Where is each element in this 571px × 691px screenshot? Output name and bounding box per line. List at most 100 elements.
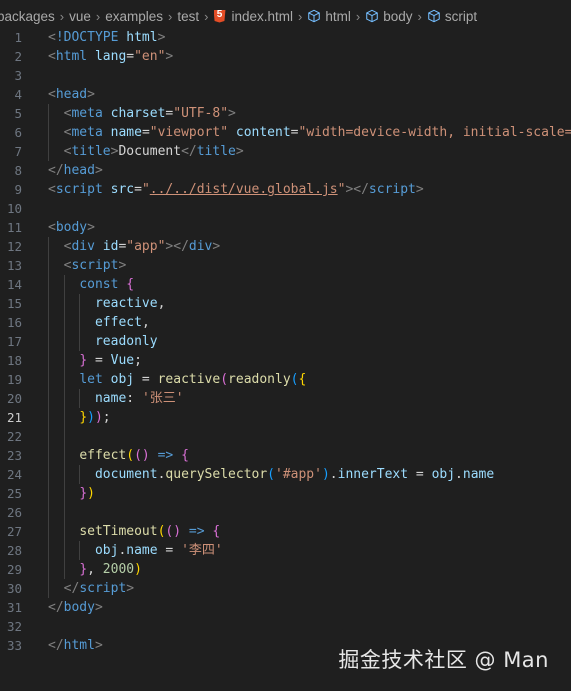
code-text: <meta charset="UTF-8">	[48, 104, 236, 123]
code-line[interactable]: 10	[0, 199, 571, 218]
code-token: src	[110, 182, 135, 197]
line-number: 32	[6, 619, 22, 634]
code-token: reactive	[94, 296, 158, 311]
code-line[interactable]: 27 setTimeout(() => {	[0, 522, 571, 541]
code-token: =	[141, 125, 150, 140]
code-line[interactable]: 29 }, 2000)	[0, 560, 571, 579]
line-number: 24	[6, 467, 22, 482]
code-token: '李四'	[181, 543, 223, 558]
line-number: 33	[6, 638, 22, 653]
code-token: )	[134, 562, 142, 577]
breadcrumb-item-examples[interactable]: examples	[105, 9, 163, 24]
code-line[interactable]: 18 } = Vue;	[0, 351, 571, 370]
code-line[interactable]: 4 <head>	[0, 85, 571, 104]
code-token: div	[188, 239, 213, 254]
code-line[interactable]: 21 }));	[0, 408, 571, 427]
code-token: }	[79, 562, 88, 577]
code-text: }, 2000)	[48, 560, 142, 579]
code-text: effect(() => {	[48, 446, 189, 465]
code-line[interactable]: 32	[0, 617, 571, 636]
code-token: readonly	[94, 334, 158, 349]
code-line[interactable]: 7 <title>Document</title>	[0, 142, 571, 161]
breadcrumb-item-vue[interactable]: vue	[69, 9, 91, 24]
breadcrumb-item-file[interactable]: index.html	[213, 9, 293, 24]
chevron-right-icon: ›	[168, 8, 173, 24]
code-token: (	[220, 372, 229, 387]
code-line[interactable]: 8 </head>	[0, 161, 571, 180]
code-token: script	[79, 581, 127, 596]
code-text: </head>	[48, 161, 103, 180]
code-line[interactable]: 22	[0, 427, 571, 446]
code-text: name: '张三'	[48, 389, 184, 408]
code-line[interactable]: 3	[0, 66, 571, 85]
code-token: {	[126, 277, 135, 292]
code-token: content	[235, 125, 291, 140]
code-token: >	[235, 144, 244, 159]
code-token: >	[415, 182, 424, 197]
breadcrumb-item-body[interactable]: body	[365, 9, 413, 24]
code-line[interactable]: 12 <div id="app"></div>	[0, 237, 571, 256]
code-line[interactable]: 9 <script src="../../dist/vue.global.js">…	[0, 180, 571, 199]
code-line[interactable]: 31 </body>	[0, 598, 571, 617]
code-line[interactable]: 19 let obj = reactive(readonly({	[0, 370, 571, 389]
code-line[interactable]: 6 <meta name="viewport" content="width=d…	[0, 123, 571, 142]
code-line[interactable]: 23 effect(() => {	[0, 446, 571, 465]
code-token: )	[87, 410, 95, 425]
line-number: 14	[6, 277, 22, 292]
code-line[interactable]: 1 <!DOCTYPE html>	[0, 28, 571, 47]
breadcrumb-item-script[interactable]: script	[427, 9, 477, 24]
code-line[interactable]: 15 reactive,	[0, 294, 571, 313]
code-token: head	[55, 87, 88, 102]
code-line[interactable]: 11 <body>	[0, 218, 571, 237]
code-token: Document	[118, 144, 182, 159]
code-line[interactable]: 17 readonly	[0, 332, 571, 351]
code-line[interactable]: 30 </script>	[0, 579, 571, 598]
code-token: .	[329, 467, 338, 482]
code-editor[interactable]: 1 <!DOCTYPE html> 2 <html lang="en"> 3 4 <head…	[0, 28, 571, 655]
breadcrumb-item-html[interactable]: html	[307, 9, 351, 24]
code-text: <body>	[48, 218, 95, 237]
code-token: >	[118, 258, 127, 273]
line-number: 6	[14, 125, 22, 140]
code-token: html	[126, 30, 158, 45]
indent-guide	[48, 503, 49, 522]
code-token: >	[94, 163, 103, 178]
code-token: '#app'	[275, 467, 322, 482]
breadcrumb-item-packages[interactable]: packages	[0, 9, 55, 24]
code-line[interactable]: 20 name: '张三'	[0, 389, 571, 408]
code-token: )	[321, 467, 330, 482]
code-token: ></	[165, 239, 189, 254]
indent-guide	[63, 503, 65, 522]
code-text: readonly	[48, 332, 158, 351]
code-token: >	[228, 106, 236, 121]
code-line[interactable]: 28 obj.name = '李四'	[0, 541, 571, 560]
code-text: <head>	[48, 85, 95, 104]
code-line[interactable]: 14 const {	[0, 275, 571, 294]
code-token[interactable]: ../../dist/vue.global.js	[150, 182, 338, 197]
code-line[interactable]: 26	[0, 503, 571, 522]
code-token: charset	[110, 106, 166, 121]
code-line[interactable]: 2 <html lang="en">	[0, 47, 571, 66]
code-text: reactive,	[48, 294, 165, 313]
code-token: (	[267, 467, 275, 482]
code-line[interactable]: 16 effect,	[0, 313, 571, 332]
code-token: ;	[134, 353, 142, 368]
code-line[interactable]: 5 <meta charset="UTF-8">	[0, 104, 571, 123]
code-line[interactable]: 24 document.querySelector('#app').innerT…	[0, 465, 571, 484]
code-line[interactable]: 25 })	[0, 484, 571, 503]
code-text: <script src="../../dist/vue.global.js"><…	[48, 180, 424, 199]
code-token: </	[63, 581, 80, 596]
code-text: </html>	[48, 636, 103, 655]
line-number: 23	[6, 448, 22, 463]
html5-file-icon	[213, 9, 226, 23]
code-line[interactable]: 13 <script>	[0, 256, 571, 275]
code-token: "	[141, 182, 150, 197]
breadcrumb-item-test[interactable]: test	[177, 9, 199, 24]
